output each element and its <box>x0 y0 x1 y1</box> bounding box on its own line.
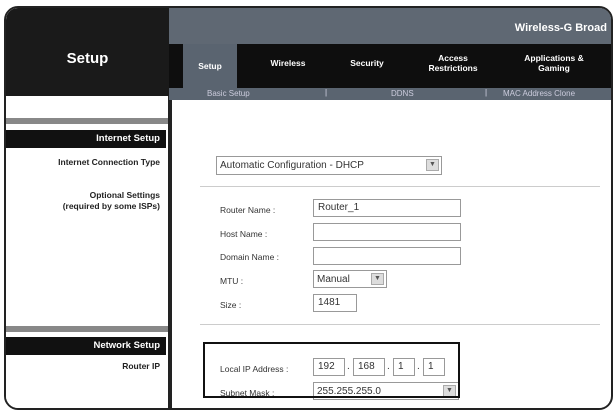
sidebar-divider <box>6 326 169 332</box>
internet-setup-heading: Internet Setup <box>6 130 166 148</box>
host-name-input[interactable] <box>313 223 461 241</box>
connection-type-select[interactable]: Automatic Configuration - DHCP ▼ <box>216 156 442 175</box>
brand-label: Wireless-G Broad <box>514 22 607 34</box>
sidebar: Setup Internet Setup Internet Connection… <box>6 8 169 408</box>
mtu-select[interactable]: Manual ▼ <box>313 270 387 288</box>
header: Wireless-G Broad Setup Wireless Security… <box>169 8 611 100</box>
tab-wireless[interactable]: Wireless <box>255 44 321 82</box>
tab-setup[interactable]: Setup <box>183 44 237 88</box>
domain-name-input[interactable] <box>313 247 461 265</box>
connection-type-label: Internet Connection Type <box>58 157 160 167</box>
size-input[interactable]: 1481 <box>313 294 357 312</box>
optional-settings-note: (required by some ISPs) <box>62 201 160 211</box>
subtab-basic-setup[interactable]: Basic Setup <box>207 89 250 98</box>
mtu-label: MTU : <box>220 276 244 286</box>
section-divider <box>200 324 600 325</box>
subtab-bar: Basic Setup | DDNS | MAC Address Clone <box>169 88 611 100</box>
tab-applications-gaming[interactable]: Applications & Gaming <box>509 44 599 82</box>
chevron-down-icon: ▼ <box>426 159 439 171</box>
tab-security[interactable]: Security <box>335 44 399 82</box>
router-name-label: Router Name : <box>220 205 276 215</box>
subtab-ddns[interactable]: DDNS <box>391 89 414 98</box>
sidebar-divider <box>6 118 169 124</box>
highlight-box <box>203 342 460 398</box>
page-title: Setup <box>66 50 109 67</box>
subtab-separator: | <box>485 88 488 97</box>
domain-name-label: Domain Name : <box>220 252 280 262</box>
mtu-value: Manual <box>317 274 350 285</box>
tab-access-restrictions[interactable]: Access Restrictions <box>413 44 493 82</box>
network-setup-heading: Network Setup <box>6 337 166 355</box>
subtab-mac-address-clone[interactable]: MAC Address Clone <box>503 89 575 98</box>
size-label: Size : <box>220 300 242 310</box>
optional-settings-label: Optional Settings <box>89 190 160 200</box>
chevron-down-icon: ▼ <box>371 273 384 285</box>
router-ip-label: Router IP <box>122 361 160 371</box>
section-divider <box>200 186 600 187</box>
router-name-input[interactable]: Router_1 <box>313 199 461 217</box>
subtab-separator: | <box>325 88 328 97</box>
connection-type-value: Automatic Configuration - DHCP <box>220 160 364 171</box>
host-name-label: Host Name : <box>220 229 268 239</box>
tab-bar: Setup Wireless Security Access Restricti… <box>169 44 611 88</box>
setup-header-block: Setup <box>6 8 169 96</box>
brand-row: Wireless-G Broad <box>169 8 611 44</box>
